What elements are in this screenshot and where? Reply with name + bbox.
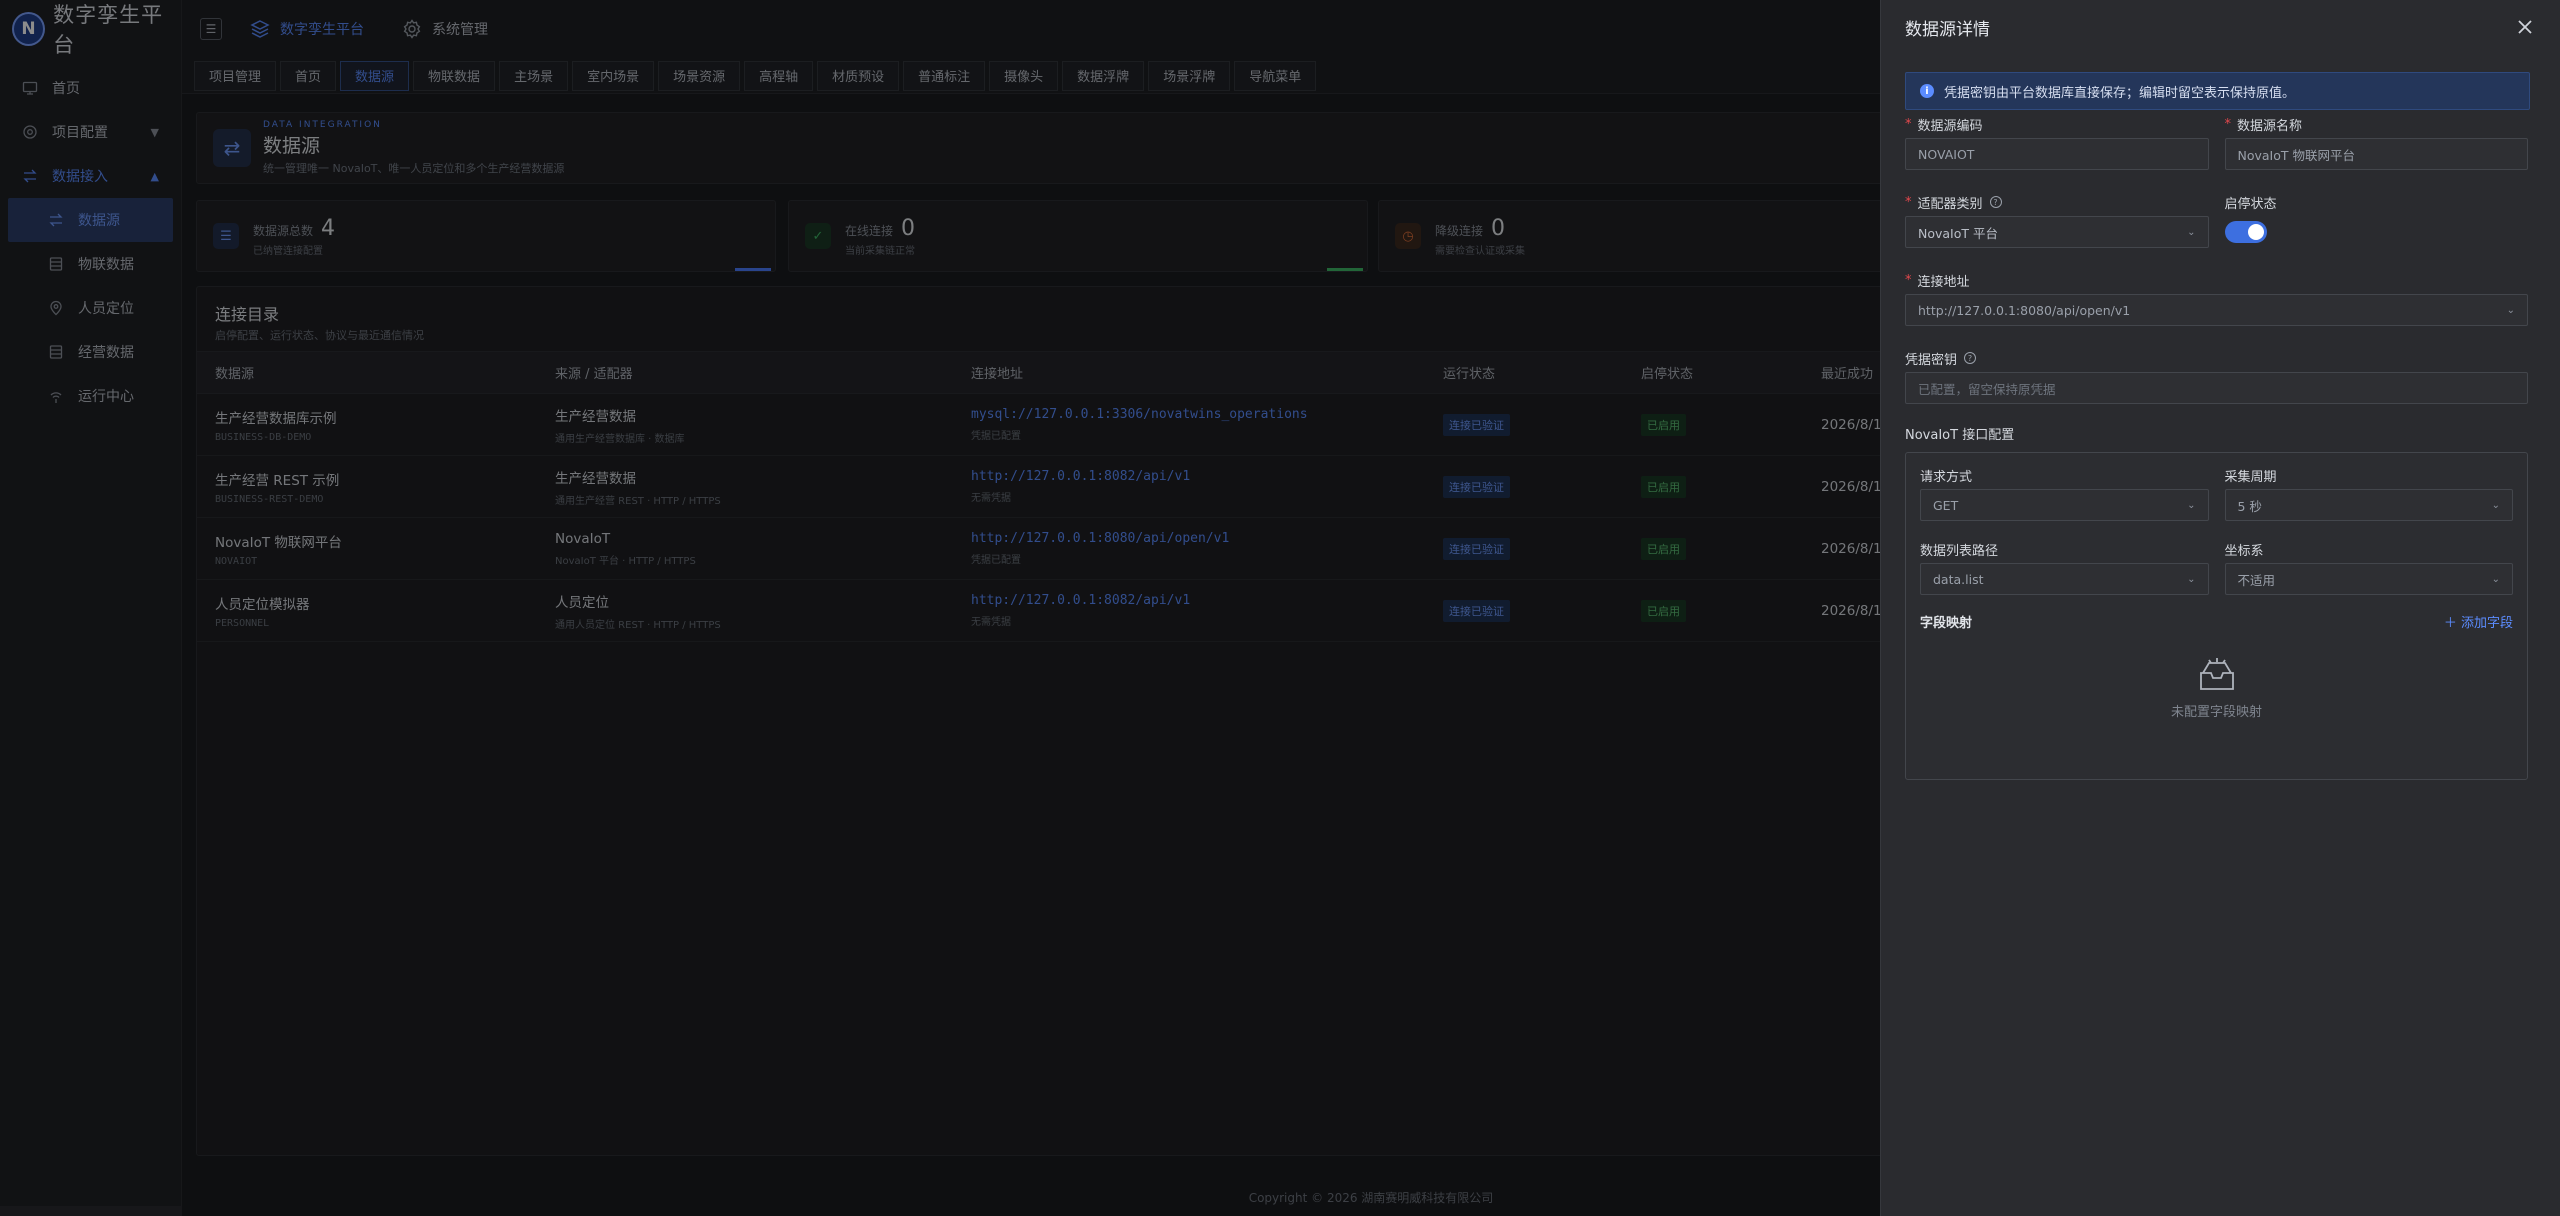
help-icon[interactable]: ?: [1989, 196, 2002, 208]
info-icon: i: [1920, 84, 1934, 98]
period-select[interactable]: 5 秒 ⌄: [2224, 489, 2513, 521]
plus-icon: ＋: [2443, 615, 2461, 631]
chevron-down-icon: ⌄: [2506, 304, 2515, 316]
chevron-down-icon: ⌄: [2187, 499, 2196, 511]
field-label: 数据源名称: [2237, 118, 2303, 134]
close-icon[interactable]: [2514, 16, 2536, 38]
empty-text: 未配置字段映射: [2170, 705, 2262, 720]
datasource-detail-drawer: 数据源详情 i 凭据密钥由平台数据库直接保存；编辑时留空表示保持原值。 * 数据源…: [1880, 0, 2560, 1216]
drawer-backdrop[interactable]: [0, 0, 1880, 1216]
field-label: 数据列表路径: [1920, 543, 1999, 559]
datasource-form: * 数据源编码 NOVAIOT * 数据源名称 NovaIoT 物联网平台 * 适配器…: [1881, 110, 2560, 780]
api-config-card: 请求方式 GET ⌄ 采集周期 5 秒 ⌄ 数据列表路径 data.list ⌄ 坐标…: [1905, 452, 2528, 780]
enable-toggle[interactable]: [2224, 221, 2267, 243]
coord-select-value: 不适用: [2237, 572, 2276, 588]
required-mark: *: [1905, 116, 1912, 132]
field-mapping-empty: 未配置字段映射: [1920, 657, 2513, 720]
help-icon[interactable]: ?: [1964, 352, 1977, 364]
adapter-select[interactable]: NovaIoT 平台 ⌄: [1905, 216, 2209, 248]
code-field[interactable]: NOVAIOT: [1905, 138, 2209, 170]
required-mark: *: [1905, 272, 1912, 288]
adapter-select-value: NovaIoT 平台: [1918, 225, 1998, 241]
url-select[interactable]: http://127.0.0.1:8080/api/open/v1 ⌄: [1905, 294, 2528, 326]
inbox-icon: [2197, 657, 2237, 693]
path-select-value: data.list: [1933, 571, 1984, 587]
chevron-down-icon: ⌄: [2491, 573, 2500, 585]
field-label: 适配器类别: [1917, 196, 1983, 212]
name-field[interactable]: NovaIoT 物联网平台: [2224, 138, 2528, 170]
required-mark: *: [2224, 116, 2232, 132]
coord-select[interactable]: 不适用 ⌄: [2224, 563, 2513, 595]
field-mapping-title: 字段映射: [1920, 615, 1973, 631]
method-select[interactable]: GET ⌄: [1920, 489, 2209, 521]
add-field-button[interactable]: ＋ 添加字段: [2444, 612, 2513, 631]
field-label: 凭据密钥: [1905, 352, 1958, 368]
secret-input[interactable]: 已配置，留空保持原凭据: [1905, 372, 2528, 404]
field-label: 坐标系: [2224, 543, 2264, 559]
url-select-value: http://127.0.0.1:8080/api/open/v1: [1918, 302, 2131, 318]
toggle-knob: [2247, 224, 2264, 240]
drawer-title: 数据源详情: [1905, 19, 1990, 40]
field-label: 连接地址: [1917, 274, 1970, 290]
required-mark: *: [1905, 194, 1912, 210]
info-alert-text: 凭据密钥由平台数据库直接保存；编辑时留空表示保持原值。: [1944, 85, 2296, 101]
chevron-down-icon: ⌄: [2491, 499, 2500, 511]
path-select[interactable]: data.list ⌄: [1920, 563, 2209, 595]
period-select-value: 5 秒: [2237, 498, 2262, 514]
chevron-down-icon: ⌄: [2187, 226, 2196, 238]
api-config-title: NovaIoT 接口配置: [1905, 427, 2015, 443]
field-label: 请求方式: [1920, 469, 1973, 485]
field-label: 采集周期: [2224, 469, 2277, 485]
method-select-value: GET: [1933, 497, 1959, 513]
chevron-down-icon: ⌄: [2187, 573, 2196, 585]
info-alert: i 凭据密钥由平台数据库直接保存；编辑时留空表示保持原值。: [1905, 72, 2530, 110]
field-label: 启停状态: [2224, 196, 2277, 212]
field-label: 数据源编码: [1917, 118, 1983, 134]
add-field-label: 添加字段: [2460, 615, 2513, 631]
